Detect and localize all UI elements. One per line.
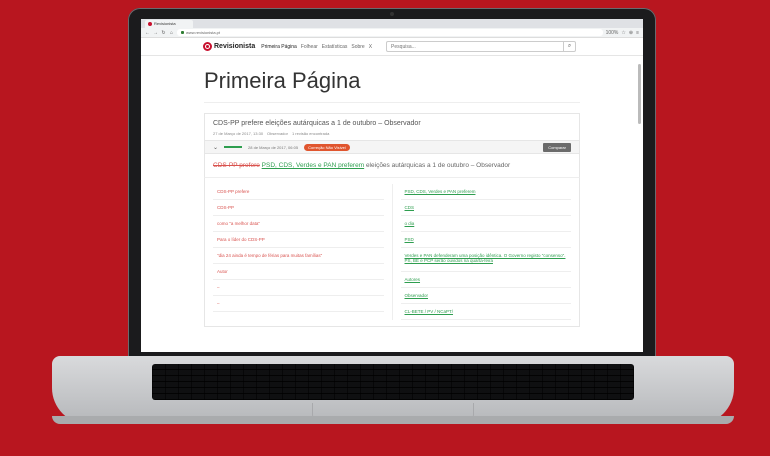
added-item: Autores <box>400 272 571 288</box>
menu-icon[interactable]: ≡ <box>636 30 639 36</box>
removed-item: Para o líder do CDS-PP <box>213 232 384 248</box>
laptop-lid: Revisionista ← → ↻ ⌂ www.revisionista.pt… <box>128 8 656 360</box>
added-item: PSD <box>400 232 571 248</box>
added-item: CDS <box>400 200 571 216</box>
added-item: Observador <box>400 288 571 304</box>
unchanged-text: eleições autárquicas a 1 de outubro – Ob… <box>364 162 511 169</box>
meta-date: 27 de Março de 2017, 13:30 <box>213 131 264 136</box>
added-item: PSD, CDS, Verdes e PAN preferem <box>400 184 571 200</box>
added-column: PSD, CDS, Verdes e PAN preferem CDS o di… <box>391 184 580 320</box>
nav-item-estatisticas[interactable]: Estatísticas <box>322 44 348 50</box>
reload-icon[interactable]: ↻ <box>161 30 166 36</box>
favicon-icon <box>148 22 152 26</box>
nav-item-folhear[interactable]: Folhear <box>301 44 318 50</box>
nav-item-sobre[interactable]: Sobre <box>351 44 364 50</box>
laptop-base-edge <box>52 416 734 424</box>
bookmark-icon[interactable]: ☆ <box>621 30 625 36</box>
browser-tab-bar: Revisionista <box>141 19 643 28</box>
removed-column: CDS-PP prefere CDS-PP como "a melhor dat… <box>205 184 392 320</box>
nav-item-primeira-pagina[interactable]: Primeira Página <box>261 44 297 50</box>
address-bar[interactable]: www.revisionista.pt <box>177 29 603 36</box>
site-header: Revisionista Primeira Página Folhear Est… <box>141 38 643 56</box>
site-logo[interactable]: Revisionista <box>203 42 255 51</box>
browser-tab[interactable]: Revisionista <box>145 20 193 28</box>
tab-title: Revisionista <box>154 21 176 26</box>
removed-item: – <box>213 296 384 312</box>
toolbar-right: 100% ☆ ⊕ ≡ <box>606 30 639 36</box>
laptop-screen: Revisionista ← → ↻ ⌂ www.revisionista.pt… <box>141 19 643 352</box>
logo-icon <box>203 42 212 51</box>
lock-icon <box>181 31 184 34</box>
keyboard <box>152 364 634 400</box>
article-title[interactable]: CDS-PP prefere eleições autárquicas a 1 … <box>213 120 571 127</box>
status-badge: Correção Não Visível <box>304 143 350 151</box>
page-title: Primeira Página <box>204 68 580 103</box>
home-icon[interactable]: ⌂ <box>169 30 174 36</box>
back-arrow-icon[interactable]: ← <box>145 30 150 36</box>
main-content: Primeira Página CDS-PP prefere eleições … <box>141 68 643 327</box>
article-card: CDS-PP prefere eleições autárquicas a 1 … <box>204 113 580 140</box>
site-nav: Primeira Página Folhear Estatísticas Sob… <box>261 44 372 50</box>
webcam <box>390 12 394 16</box>
version-date: 28 de Março de 2017, 06:05 <box>248 144 299 150</box>
url-text: www.revisionista.pt <box>186 30 221 35</box>
diff-columns: CDS-PP prefere CDS-PP como "a melhor dat… <box>204 177 580 327</box>
added-item: CL-BETE / PV / NCaPT/ <box>400 304 571 320</box>
page-scrollbar[interactable] <box>638 40 642 350</box>
chevron-down-icon[interactable]: ⌄ <box>213 144 218 151</box>
deleted-text: CDS-PP prefere <box>213 162 260 169</box>
logo-text: Revisionista <box>214 43 256 50</box>
removed-item: como "a melhor data" <box>213 216 384 232</box>
inserted-text: PSD, CDS, Verdes e PAN preferem <box>261 162 365 169</box>
removed-item: Autor <box>213 264 384 280</box>
search-box: ⌕ <box>386 41 577 52</box>
added-item: o dia <box>400 216 571 232</box>
scrollbar-thumb[interactable] <box>638 64 641 124</box>
removed-item: CDS-PP <box>213 200 384 216</box>
laptop-base <box>52 356 734 424</box>
meta-source[interactable]: Observador <box>267 131 288 136</box>
nav-item-more[interactable]: X <box>369 44 372 50</box>
change-indicator <box>224 146 243 148</box>
extensions-icon[interactable]: ⊕ <box>629 30 633 36</box>
version-bar: ⌄ 28 de Março de 2017, 06:05 Correção Nã… <box>204 140 580 154</box>
title-diff: CDS-PP prefere PSD, CDS, Verdes e PAN pr… <box>204 154 580 177</box>
search-icon[interactable]: ⌕ <box>563 42 575 51</box>
removed-item: CDS-PP prefere <box>213 184 384 200</box>
browser-toolbar: ← → ↻ ⌂ www.revisionista.pt 100% ☆ ⊕ ≡ <box>141 28 643 38</box>
removed-item: – <box>213 280 384 296</box>
removed-item: "dia 24 ainda é tempo de férias para mui… <box>213 248 384 264</box>
added-item: Verdes e PAN defenderam uma posição idên… <box>400 248 571 272</box>
compare-button[interactable]: Comparar <box>543 142 571 152</box>
article-meta: 27 de Março de 2017, 13:30 Observador 1 … <box>213 131 571 136</box>
forward-arrow-icon[interactable]: → <box>153 30 158 36</box>
search-input[interactable] <box>387 42 564 51</box>
meta-changes: 1 revisão encontrada <box>291 131 330 136</box>
zoom-level[interactable]: 100% <box>606 30 619 36</box>
